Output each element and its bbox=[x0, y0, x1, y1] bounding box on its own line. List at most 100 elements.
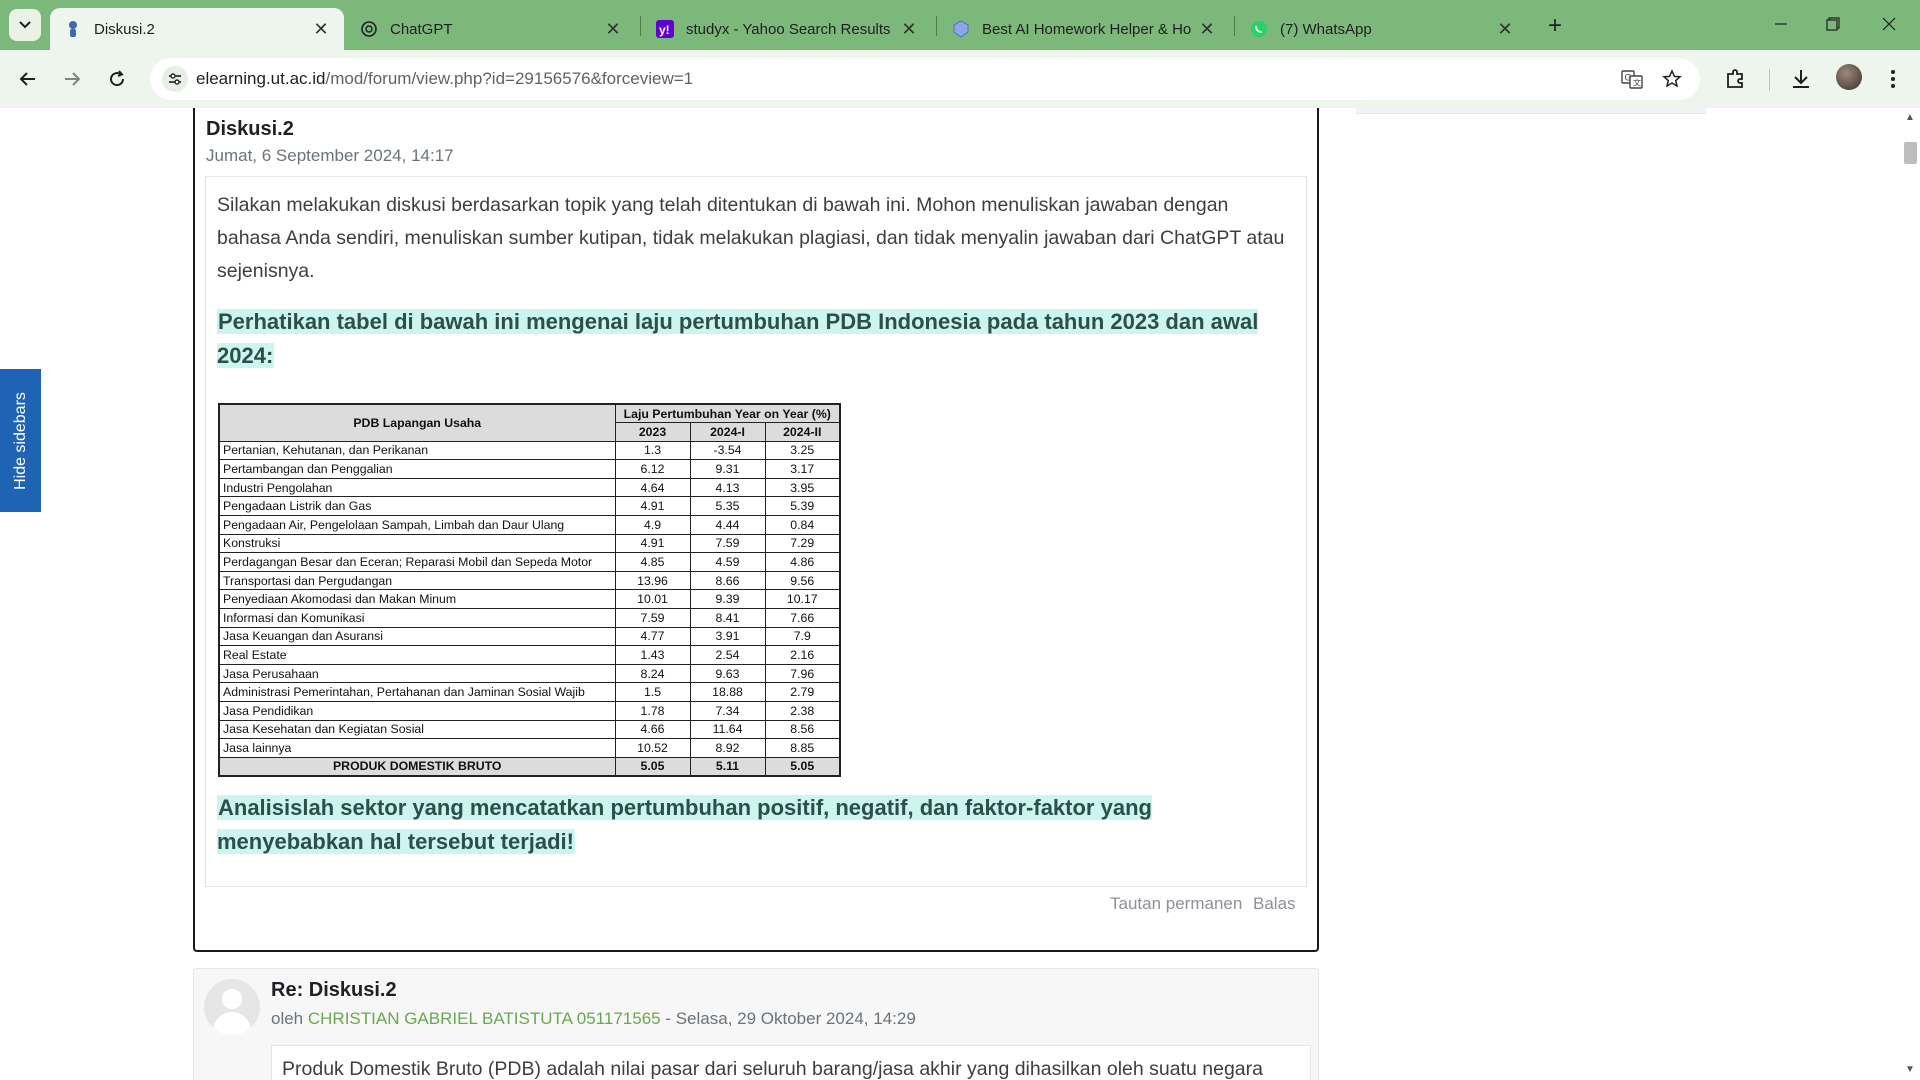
column-header-year: 2023 bbox=[614, 422, 691, 442]
table-row: Konstruksi 4.91 7.59 7.29 bbox=[218, 533, 841, 554]
permalink-link[interactable]: Tautan permanen bbox=[1110, 894, 1242, 914]
value-cell-2023: 4.9 bbox=[614, 515, 691, 535]
value-cell-2023: 1.5 bbox=[614, 682, 691, 702]
restore-button[interactable] bbox=[1810, 8, 1856, 40]
value-cell-2024-i: -3.54 bbox=[689, 440, 766, 461]
reply-link[interactable]: Balas bbox=[1253, 894, 1296, 914]
tab-title: Best AI Homework Helper & Ho bbox=[982, 20, 1192, 38]
value-cell-2024-ii: 2.16 bbox=[764, 645, 841, 665]
scroll-up-arrow-icon[interactable]: ▲ bbox=[1904, 112, 1916, 123]
value-cell-2023: 6.12 bbox=[614, 459, 691, 479]
tab-diskusi[interactable]: Diskusi.2 ✕ bbox=[50, 8, 344, 50]
value-cell-2023: 4.91 bbox=[614, 496, 691, 517]
profile-avatar[interactable] bbox=[1836, 64, 1862, 90]
value-cell-2024-i: 11.64 bbox=[689, 719, 766, 740]
minimize-button[interactable] bbox=[1758, 8, 1804, 40]
sector-name-cell: Pengadaan Listrik dan Gas bbox=[218, 496, 616, 517]
question-1: Perhatikan tabel di bawah ini mengenai l… bbox=[217, 305, 1297, 373]
hide-sidebars-button[interactable]: Hide sidebars bbox=[0, 369, 41, 512]
tab-whatsapp[interactable]: (7) WhatsApp ✕ bbox=[1236, 8, 1528, 50]
page-scrollbar[interactable]: ▲ ▼ bbox=[1900, 108, 1920, 1080]
value-cell-2023: 1.78 bbox=[614, 701, 691, 721]
table-row: Perdagangan Besar dan Eceran; Reparasi M… bbox=[218, 552, 841, 572]
close-icon[interactable]: ✕ bbox=[1496, 19, 1514, 39]
total-label-cell: PRODUK DOMESTIK BRUTO bbox=[218, 756, 616, 777]
value-cell-2023: 8.24 bbox=[614, 663, 691, 684]
value-cell-2023: 10.52 bbox=[614, 738, 691, 758]
close-icon[interactable]: ✕ bbox=[900, 19, 918, 39]
svg-text:文: 文 bbox=[1633, 78, 1641, 88]
restore-icon bbox=[1826, 17, 1840, 31]
value-cell-2023: 4.64 bbox=[614, 477, 691, 498]
value-cell-2023: 4.77 bbox=[614, 626, 691, 647]
table-row: Pengadaan Listrik dan Gas 4.91 5.35 5.39 bbox=[218, 496, 841, 517]
reply-excerpt: Produk Domestik Bruto (PDB) adalah nilai… bbox=[282, 1058, 1263, 1080]
tab-homework-helper[interactable]: Best AI Homework Helper & Ho ✕ bbox=[938, 8, 1230, 50]
value-cell-2024-i: 3.91 bbox=[689, 626, 766, 647]
minimize-icon bbox=[1775, 23, 1787, 25]
whatsapp-icon bbox=[1250, 20, 1268, 38]
new-tab-button[interactable]: + bbox=[1540, 12, 1570, 40]
value-cell-2024-ii: 3.95 bbox=[764, 477, 841, 498]
value-cell-2024-i: 8.66 bbox=[689, 570, 766, 591]
value-cell-2024-i: 5.35 bbox=[689, 496, 766, 517]
url-domain: elearning.ut.ac.id bbox=[196, 69, 326, 88]
extensions-button[interactable] bbox=[1723, 66, 1749, 92]
table-row: Administrasi Pemerintahan, Pertahanan da… bbox=[218, 682, 841, 702]
reply-date: - Selasa, 29 Oktober 2024, 14:29 bbox=[660, 1009, 916, 1028]
reload-button[interactable] bbox=[100, 62, 134, 96]
tab-strip: Diskusi.2 ✕ ChatGPT ✕ y! studyx - Yahoo … bbox=[0, 0, 1920, 50]
tab-separator bbox=[640, 16, 641, 36]
post-title: Diskusi.2 bbox=[206, 118, 294, 140]
value-cell-2024-ii: 2.79 bbox=[764, 682, 841, 702]
close-icon[interactable]: ✕ bbox=[1198, 19, 1216, 39]
forward-button[interactable] bbox=[55, 62, 89, 96]
table-row: Jasa Keuangan dan Asuransi 4.77 3.91 7.9 bbox=[218, 626, 841, 647]
sector-name-cell: Jasa Kesehatan dan Kegiatan Sosial bbox=[218, 719, 616, 740]
scroll-down-arrow-icon[interactable]: ▼ bbox=[1904, 1064, 1916, 1075]
translate-button[interactable]: G文 bbox=[1620, 68, 1644, 90]
address-bar[interactable]: elearning.ut.ac.id/mod/forum/view.php?id… bbox=[150, 58, 1700, 100]
table-row: Real Estate 1.43 2.54 2.16 bbox=[218, 645, 841, 665]
bookmark-button[interactable] bbox=[1660, 68, 1684, 90]
sector-name-cell: Informasi dan Komunikasi bbox=[218, 608, 616, 628]
plus-icon: + bbox=[1547, 12, 1562, 39]
value-cell-2024-ii: 7.96 bbox=[764, 663, 841, 684]
browser-menu-button[interactable] bbox=[1880, 66, 1906, 92]
table-row: Transportasi dan Pergudangan 13.96 8.66 9.5… bbox=[218, 570, 841, 591]
question-2-text: Analisislah sektor yang mencatatkan pert… bbox=[217, 795, 1152, 854]
hide-sidebars-label: Hide sidebars bbox=[11, 391, 29, 490]
question-2: Analisislah sektor yang mencatatkan pert… bbox=[217, 791, 1297, 859]
value-cell-2024-ii: 0.84 bbox=[764, 515, 841, 535]
tab-title: Diskusi.2 bbox=[94, 20, 155, 38]
sector-name-cell: Jasa Perusahaan bbox=[218, 663, 616, 684]
tab-chatgpt[interactable]: ChatGPT ✕ bbox=[346, 8, 636, 50]
back-button[interactable] bbox=[11, 62, 45, 96]
browser-toolbar: elearning.ut.ac.id/mod/forum/view.php?id… bbox=[0, 50, 1920, 108]
close-icon[interactable]: ✕ bbox=[312, 19, 330, 39]
tab-title: (7) WhatsApp bbox=[1280, 20, 1372, 38]
value-cell-2024-ii: 5.39 bbox=[764, 496, 841, 517]
column-header-sector: PDB Lapangan Usaha bbox=[218, 403, 616, 442]
column-header-year: 2024-I bbox=[689, 422, 766, 442]
site-info-icon[interactable] bbox=[162, 66, 188, 92]
close-window-button[interactable] bbox=[1866, 8, 1912, 40]
downloads-button[interactable] bbox=[1788, 66, 1814, 92]
more-vertical-icon bbox=[1891, 70, 1895, 88]
url-text[interactable]: elearning.ut.ac.id/mod/forum/view.php?id… bbox=[196, 69, 693, 89]
chevron-down-icon bbox=[19, 21, 31, 29]
value-cell-2024-i: 8.92 bbox=[689, 738, 766, 758]
avatar-shoulders bbox=[213, 1012, 251, 1035]
post-intro: Silakan melakukan diskusi berdasarkan to… bbox=[217, 194, 1285, 282]
value-cell-2024-i: 9.31 bbox=[689, 459, 766, 479]
sector-name-cell: Jasa Pendidikan bbox=[218, 701, 616, 721]
value-cell-2024-i: 18.88 bbox=[689, 682, 766, 702]
close-icon[interactable]: ✕ bbox=[604, 19, 622, 39]
reply-author-link[interactable]: CHRISTIAN GABRIEL BATISTUTA 051171565 bbox=[308, 1009, 661, 1028]
tab-search-button[interactable] bbox=[9, 9, 41, 41]
tab-yahoo[interactable]: y! studyx - Yahoo Search Results ✕ bbox=[642, 8, 932, 50]
reply-meta: oleh CHRISTIAN GABRIEL BATISTUTA 0511715… bbox=[271, 1009, 916, 1029]
value-cell-2024-i: 7.34 bbox=[689, 701, 766, 721]
scroll-thumb[interactable] bbox=[1904, 142, 1917, 164]
post-footer: Tautan permanen Balas bbox=[195, 894, 1317, 934]
